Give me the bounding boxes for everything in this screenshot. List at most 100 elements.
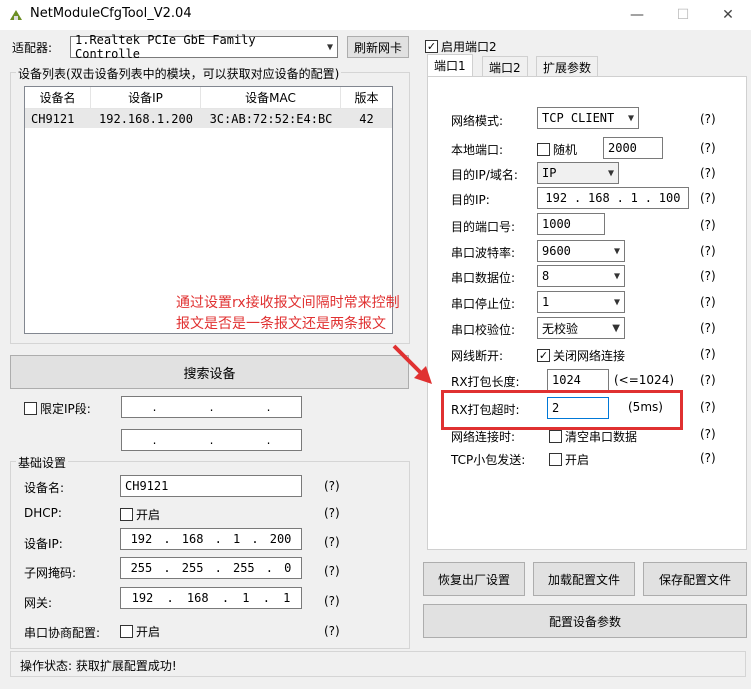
local-port-label: 本地端口:: [451, 143, 504, 157]
ip-range-start-field[interactable]: ...: [121, 396, 302, 418]
dest-ip-octet-3: 1: [630, 191, 638, 205]
tab-extended[interactable]: 扩展参数: [536, 56, 599, 76]
factory-reset-button[interactable]: 恢复出厂设置: [423, 562, 525, 596]
help-net-connect[interactable]: (?): [700, 427, 716, 441]
tab-port1[interactable]: 端口1: [427, 54, 473, 76]
limit-ip-label: 限定IP段:: [40, 402, 91, 416]
baud-rate-label: 串口波特率:: [451, 246, 516, 260]
random-port-check[interactable]: [537, 143, 550, 156]
col-version[interactable]: 版本: [341, 87, 392, 108]
configure-device-button[interactable]: 配置设备参数: [423, 604, 747, 638]
baud-rate-select[interactable]: 9600 ▼: [537, 240, 625, 262]
help-parity[interactable]: (?): [700, 321, 716, 335]
load-config-button[interactable]: 加载配置文件: [533, 562, 635, 596]
device-name-field[interactable]: CH9121: [120, 475, 302, 497]
table-row[interactable]: CH9121 192.168.1.200 3C:AB:72:52:E4:BC 4…: [25, 109, 392, 128]
dhcp-check[interactable]: [120, 508, 133, 521]
serial-negotiation-option: 开启: [136, 625, 161, 639]
net-connect-checkbox[interactable]: 清空串口数据: [549, 428, 637, 445]
col-ip[interactable]: 设备IP: [91, 87, 201, 108]
help-tcp-small[interactable]: (?): [700, 451, 716, 465]
network-mode-select[interactable]: TCP CLIENT ▼: [537, 107, 639, 129]
mask-octet-4: 0: [284, 561, 292, 575]
dhcp-checkbox[interactable]: 开启: [120, 506, 160, 523]
col-name[interactable]: 设备名: [25, 87, 91, 108]
adapter-select[interactable]: 1.Realtek PCIe GbE Family Controlle ▼: [70, 33, 338, 61]
rx-timeout-field[interactable]: 2: [547, 397, 609, 419]
dest-ip-octet-2: 168: [588, 191, 610, 205]
dest-ip-label: 目的IP:: [451, 193, 490, 207]
help-dest-type[interactable]: (?): [700, 166, 716, 180]
net-connect-check[interactable]: [549, 430, 562, 443]
rx-length-field[interactable]: 1024: [547, 369, 609, 391]
help-rx-timeout[interactable]: (?): [700, 400, 716, 414]
rx-timeout-label: RX打包超时:: [451, 403, 520, 417]
tcp-small-option: 开启: [565, 453, 590, 467]
help-rx-length[interactable]: (?): [700, 373, 716, 387]
random-port-checkbox[interactable]: 随机: [537, 141, 577, 158]
data-bits-value: 8: [542, 269, 550, 283]
status-text: 操作状态: 获取扩展配置成功!: [20, 659, 177, 673]
tcp-small-checkbox[interactable]: 开启: [549, 451, 589, 468]
annotation-line-1: 通过设置rx接收报文间隔时常来控制: [176, 295, 400, 311]
dest-ip-field[interactable]: 192. 168. 1. 100: [537, 187, 689, 209]
stop-bits-label: 串口停止位:: [451, 297, 516, 311]
help-dest-ip[interactable]: (?): [700, 191, 716, 205]
tcp-small-check[interactable]: [549, 453, 562, 466]
tcp-small-label: TCP小包发送:: [451, 453, 526, 467]
serial-negotiation-checkbox[interactable]: 开启: [120, 623, 160, 640]
enable-port2-checkbox[interactable]: ✓ 启用端口2: [425, 38, 497, 55]
gateway-field[interactable]: 192. 168. 1. 1: [120, 587, 302, 609]
chevron-down-icon: ▼: [613, 245, 620, 257]
net-connect-label: 网络连接时:: [451, 430, 516, 444]
cable-disconnect-check[interactable]: ✓: [537, 349, 550, 362]
help-ip[interactable]: (?): [324, 535, 340, 549]
help-stop-bits[interactable]: (?): [700, 295, 716, 309]
ip-range-end-field[interactable]: ...: [121, 429, 302, 451]
search-device-button[interactable]: 搜索设备: [10, 355, 409, 389]
subnet-mask-field[interactable]: 255. 255. 255. 0: [120, 557, 302, 579]
parity-select[interactable]: 无校验 ▼: [537, 317, 625, 339]
data-bits-select[interactable]: 8 ▼: [537, 265, 625, 287]
help-data-bits[interactable]: (?): [700, 269, 716, 283]
device-table-header: 设备名 设备IP 设备MAC 版本: [25, 87, 392, 109]
help-disconnect[interactable]: (?): [700, 347, 716, 361]
dest-ip-octet-4: 100: [658, 191, 681, 205]
ip-octet-4: 200: [269, 532, 292, 546]
adapter-label: 适配器:: [12, 41, 53, 55]
dhcp-option: 开启: [136, 508, 161, 522]
help-mode[interactable]: (?): [700, 112, 716, 126]
dest-type-select[interactable]: IP ▼: [537, 162, 619, 184]
help-name[interactable]: (?): [324, 479, 340, 493]
gateway-label: 网关:: [24, 596, 53, 610]
dest-port-field[interactable]: 1000: [537, 213, 605, 235]
annotation-arrow-icon: [388, 340, 438, 390]
close-icon[interactable]: ✕: [705, 0, 751, 30]
chevron-down-icon: ▼: [613, 296, 620, 308]
col-mac[interactable]: 设备MAC: [201, 87, 341, 108]
limit-ip-checkbox[interactable]: 限定IP段:: [24, 400, 91, 417]
stop-bits-select[interactable]: 1 ▼: [537, 291, 625, 313]
save-config-button[interactable]: 保存配置文件: [643, 562, 747, 596]
refresh-adapter-button[interactable]: 刷新网卡: [347, 36, 409, 58]
help-serial[interactable]: (?): [324, 624, 340, 638]
help-gateway[interactable]: (?): [324, 594, 340, 608]
local-port-field[interactable]: 2000: [603, 137, 663, 159]
help-dhcp[interactable]: (?): [324, 506, 340, 520]
row-mac: 3C:AB:72:52:E4:BC: [209, 111, 333, 126]
help-baud[interactable]: (?): [700, 244, 716, 258]
help-dest-port[interactable]: (?): [700, 218, 716, 232]
maximize-icon[interactable]: ☐: [660, 0, 706, 30]
net-connect-option: 清空串口数据: [565, 430, 638, 444]
limit-ip-check[interactable]: [24, 402, 37, 415]
tab-port2[interactable]: 端口2: [482, 56, 528, 76]
help-local-port[interactable]: (?): [700, 141, 716, 155]
device-ip-field[interactable]: 192. 168. 1. 200: [120, 528, 302, 550]
help-mask[interactable]: (?): [324, 564, 340, 578]
minimize-icon[interactable]: —: [614, 0, 660, 30]
enable-port2-check[interactable]: ✓: [425, 40, 438, 53]
rx-length-label: RX打包长度:: [451, 375, 520, 389]
serial-negotiation-check[interactable]: [120, 625, 133, 638]
cable-disconnect-checkbox[interactable]: ✓ 关闭网络连接: [537, 347, 625, 364]
parity-label: 串口校验位:: [451, 323, 516, 337]
